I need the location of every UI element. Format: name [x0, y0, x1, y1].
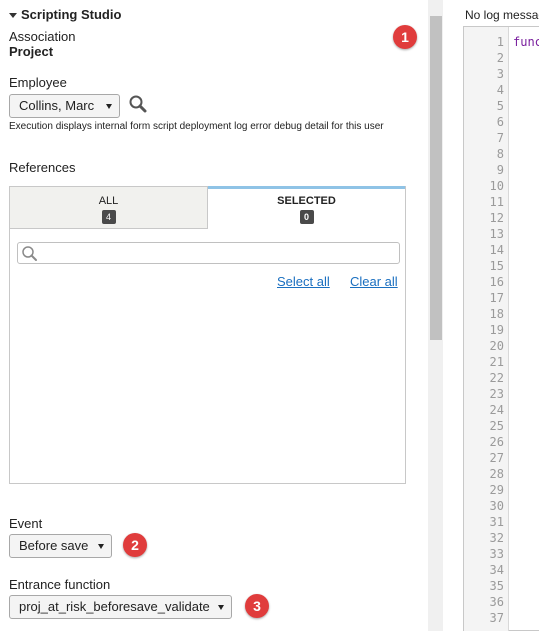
- line-number: 21: [489, 355, 504, 369]
- event-label: Event: [9, 516, 43, 531]
- log-message: No log messages: [465, 8, 539, 22]
- line-number: 2: [496, 51, 504, 65]
- line-number: 24: [489, 403, 504, 417]
- line-number: 27: [489, 451, 504, 465]
- employee-select-value: Collins, Marc: [19, 98, 95, 113]
- line-number: 20: [489, 339, 504, 353]
- line-number: 14: [489, 243, 504, 257]
- line-number: 31: [489, 515, 504, 529]
- references-search-input[interactable]: [17, 242, 400, 264]
- tab-selected-count: 0: [299, 210, 314, 224]
- callout-badge-3: 3: [245, 594, 269, 618]
- collapse-triangle-icon[interactable]: [9, 13, 17, 19]
- line-number: 30: [489, 499, 504, 513]
- line-number: 16: [489, 275, 504, 289]
- line-number: 28: [489, 467, 504, 481]
- line-number: 23: [489, 387, 504, 401]
- scripting-studio-panel: Scripting Studio Association Project Emp…: [0, 0, 428, 631]
- line-number: 17: [489, 291, 504, 305]
- dropdown-arrow-icon: [218, 605, 224, 610]
- line-number-gutter: 1 2 3 4 5 6 7 8 9 10 11 12 13 14 15 16 17 18 19 20 21 22 23 24 2…: [464, 27, 509, 631]
- line-number: 15: [489, 259, 504, 273]
- tab-all[interactable]: ALL 4: [10, 187, 208, 229]
- employee-label: Employee: [9, 75, 67, 90]
- line-number: 5: [496, 99, 504, 113]
- references-label: References: [9, 160, 76, 175]
- entrance-function-label: Entrance function: [9, 577, 111, 592]
- line-number: 36: [489, 595, 504, 609]
- dropdown-arrow-icon: [98, 544, 104, 549]
- line-number: 37: [489, 611, 504, 625]
- line-number: 13: [489, 227, 504, 241]
- line-number: 11: [489, 195, 504, 209]
- section-title: Scripting Studio: [21, 7, 122, 22]
- scrollbar-thumb[interactable]: [430, 16, 442, 340]
- line-number: 25: [489, 419, 504, 433]
- magnifier-search-icon[interactable]: [128, 94, 148, 114]
- line-number: 34: [489, 563, 504, 577]
- line-number: 12: [489, 211, 504, 225]
- line-number: 7: [496, 131, 504, 145]
- entrance-function-select-value: proj_at_risk_beforesave_validate: [19, 599, 210, 614]
- employee-help-text: Execution displays internal form script …: [9, 121, 384, 132]
- association-label: Association: [9, 29, 76, 44]
- references-box: ALL 4 SELECTED 0 Select all Clear all: [9, 186, 406, 484]
- line-number: 18: [489, 307, 504, 321]
- tab-all-label: ALL: [98, 195, 119, 207]
- references-search-field[interactable]: [40, 244, 399, 263]
- line-number: 4: [496, 83, 504, 97]
- entrance-function-select[interactable]: proj_at_risk_beforesave_validate: [9, 595, 232, 619]
- line-number: 3: [496, 67, 504, 81]
- line-number: 9: [496, 163, 504, 177]
- line-number: 19: [489, 323, 504, 337]
- dropdown-arrow-icon: [106, 104, 112, 109]
- clear-all-link[interactable]: Clear all: [350, 274, 398, 289]
- line-number: 22: [489, 371, 504, 385]
- select-all-link[interactable]: Select all: [277, 274, 330, 289]
- line-number: 33: [489, 547, 504, 561]
- search-icon: [22, 246, 37, 261]
- line-number: 1: [496, 35, 504, 49]
- callout-badge-1: 1: [393, 25, 417, 49]
- line-number: 32: [489, 531, 504, 545]
- event-select[interactable]: Before save: [9, 534, 112, 558]
- line-number: 10: [489, 179, 504, 193]
- event-select-value: Before save: [19, 538, 89, 553]
- association-value: Project: [9, 44, 54, 59]
- tab-selected-label: SELECTED: [277, 195, 336, 207]
- code-line-1: function: [513, 35, 539, 49]
- section-header[interactable]: Scripting Studio: [9, 7, 121, 22]
- tab-all-count: 4: [101, 210, 116, 224]
- tab-selected[interactable]: SELECTED 0: [208, 186, 405, 228]
- line-number: 29: [489, 483, 504, 497]
- line-number: 8: [496, 147, 504, 161]
- line-number: 6: [496, 115, 504, 129]
- line-number: 35: [489, 579, 504, 593]
- employee-select[interactable]: Collins, Marc: [9, 94, 120, 118]
- callout-badge-2: 2: [123, 533, 147, 557]
- line-number: 26: [489, 435, 504, 449]
